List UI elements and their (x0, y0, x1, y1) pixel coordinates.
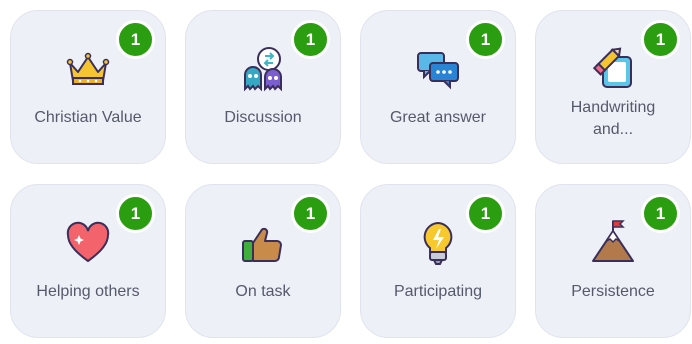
skill-label: On task (235, 283, 291, 300)
skill-label: Persistence (571, 283, 655, 300)
skill-grid: Christian Value Discussion Great answer … (0, 0, 692, 344)
count-badge: 1 (641, 194, 680, 233)
count-badge: 1 (291, 194, 330, 233)
chat-bubbles-icon (414, 45, 462, 93)
count-badge: 1 (466, 20, 505, 59)
skill-label: Christian Value (34, 109, 142, 126)
count-badge: 1 (466, 194, 505, 233)
mountain-flag-icon (589, 219, 637, 267)
count-badge: 1 (291, 20, 330, 59)
skill-label: Great answer (389, 109, 487, 126)
skill-label: Helping others (36, 283, 140, 300)
crown-icon (64, 45, 112, 93)
thumbs-up-icon (239, 219, 287, 267)
count-badge: 1 (641, 20, 680, 59)
lightbulb-icon (414, 219, 462, 267)
pencil-paper-icon (589, 45, 637, 93)
skill-label: Discussion (224, 109, 302, 126)
skill-label: Handwriting and... (570, 99, 656, 138)
count-badge: 1 (116, 20, 155, 59)
discussion-monsters-icon (239, 45, 287, 93)
heart-icon (64, 219, 112, 267)
skill-label: Participating (393, 283, 483, 300)
count-badge: 1 (116, 194, 155, 233)
